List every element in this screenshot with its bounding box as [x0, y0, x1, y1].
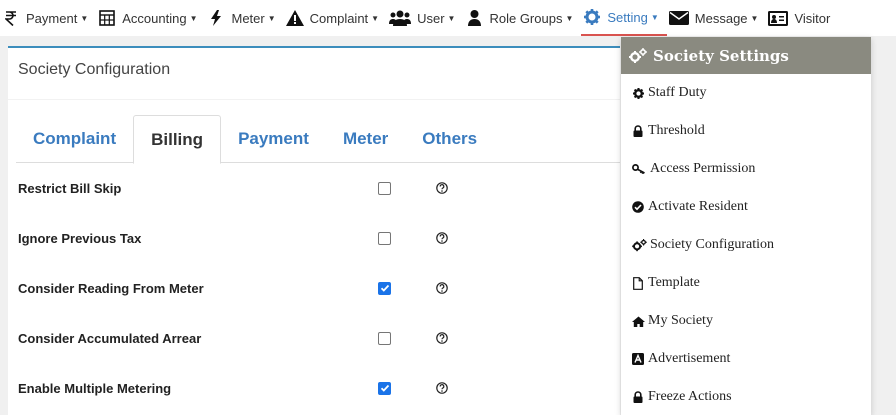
menu-item-label: Threshold: [648, 123, 705, 138]
setting-label: Consider Accumulated Arrear: [18, 330, 202, 346]
menu-item-label: Access Permission: [650, 161, 756, 176]
tab-billing[interactable]: Billing: [133, 115, 222, 164]
setting-dropdown-menu: Society Settings Staff Duty Threshold Ac…: [621, 37, 871, 415]
enable-multiple-metering-checkbox[interactable]: [378, 381, 391, 395]
nav-user[interactable]: User ▼: [387, 0, 463, 36]
help-icon[interactable]: [436, 282, 448, 294]
nav-visitor[interactable]: Visitor: [766, 0, 838, 36]
dropdown-header: Society Settings: [621, 37, 871, 74]
calculator-icon: [98, 9, 116, 27]
menu-item-my-society[interactable]: My Society: [621, 302, 871, 340]
menu-item-label: My Society: [648, 313, 713, 328]
file-icon: [631, 276, 645, 290]
key-icon: [631, 164, 647, 174]
envelope-icon: [668, 9, 689, 27]
lock-icon: [631, 391, 645, 403]
nav-accounting[interactable]: Accounting ▼: [96, 0, 205, 36]
gear-icon: [631, 87, 645, 99]
menu-item-activate-resident[interactable]: Activate Resident: [621, 188, 871, 226]
setting-row-enable-multiple-metering: Enable Multiple Metering: [18, 373, 618, 403]
nav-message[interactable]: Message ▼: [667, 0, 767, 36]
setting-row-consider-reading-from-meter: Consider Reading From Meter: [18, 273, 618, 303]
society-configuration-panel: Society Configuration Complaint Billing …: [8, 46, 620, 415]
nav-role-groups[interactable]: Role Groups ▼: [463, 0, 581, 36]
top-navbar: Payment ▼ Accounting ▼ Meter ▼ Complaint…: [0, 0, 896, 36]
setting-label: Enable Multiple Metering: [18, 380, 172, 396]
tab-complaint[interactable]: Complaint: [16, 115, 133, 163]
menu-item-society-configuration[interactable]: Society Configuration: [621, 226, 871, 264]
help-icon[interactable]: [436, 182, 448, 194]
gears-icon: [629, 47, 647, 64]
bolt-icon: [207, 9, 225, 27]
menu-item-threshold[interactable]: Threshold: [621, 112, 871, 150]
rupee-icon: [2, 9, 20, 27]
consider-reading-from-meter-checkbox[interactable]: [378, 281, 391, 295]
setting-label: Restrict Bill Skip: [18, 180, 122, 196]
gears-icon: [631, 238, 647, 252]
users-icon: [389, 9, 412, 27]
menu-item-staff-duty[interactable]: Staff Duty: [621, 74, 871, 112]
nav-complaint[interactable]: Complaint ▼: [284, 0, 387, 36]
setting-label: Ignore Previous Tax: [18, 230, 142, 246]
user-icon: [465, 9, 483, 27]
menu-item-label: Society Configuration: [650, 237, 775, 252]
ad-icon: [631, 353, 645, 365]
check-circle-icon: [631, 201, 645, 213]
menu-item-label: Advertisement: [648, 351, 731, 366]
caret-down-icon: ▼: [750, 13, 759, 23]
caret-down-icon: ▼: [80, 13, 89, 23]
menu-item-freeze-actions[interactable]: Freeze Actions: [621, 378, 871, 415]
nav-setting[interactable]: Setting ▼: [581, 0, 667, 36]
help-icon[interactable]: [436, 232, 448, 244]
dropdown-header-label: Society Settings: [653, 46, 789, 65]
nav-payment[interactable]: Payment ▼: [0, 0, 96, 36]
gear-icon: [583, 8, 601, 26]
help-icon[interactable]: [436, 382, 448, 394]
menu-item-label: Freeze Actions: [648, 389, 732, 404]
menu-item-label: Staff Duty: [648, 85, 707, 100]
caret-down-icon: ▼: [447, 13, 456, 23]
id-card-icon: [768, 9, 789, 27]
panel-title: Society Configuration: [8, 48, 620, 100]
caret-down-icon: ▼: [267, 13, 276, 23]
menu-item-label: Activate Resident: [648, 199, 748, 214]
nav-complaint-label: Complaint: [309, 10, 369, 26]
restrict-bill-skip-checkbox[interactable]: [378, 181, 391, 195]
consider-accumulated-arrear-checkbox[interactable]: [378, 331, 391, 345]
setting-row-restrict-bill-skip: Restrict Bill Skip: [18, 173, 618, 203]
lock-icon: [631, 125, 645, 137]
nav-payment-label: Payment: [26, 10, 78, 26]
setting-row-ignore-previous-tax: Ignore Previous Tax: [18, 223, 618, 253]
nav-role-groups-label: Role Groups: [489, 10, 563, 26]
nav-user-label: User: [417, 10, 445, 26]
help-icon[interactable]: [436, 332, 448, 344]
warning-icon: [285, 9, 304, 27]
caret-down-icon: ▼: [189, 13, 198, 23]
caret-down-icon: ▼: [565, 13, 574, 23]
caret-down-icon: ▼: [650, 12, 659, 22]
nav-accounting-label: Accounting: [122, 10, 187, 26]
setting-row-consider-accumulated-arrear: Consider Accumulated Arrear: [18, 323, 618, 353]
nav-setting-label: Setting: [607, 9, 648, 25]
menu-item-template[interactable]: Template: [621, 264, 871, 302]
nav-meter-label: Meter: [231, 10, 265, 26]
home-icon: [631, 316, 645, 327]
caret-down-icon: ▼: [371, 13, 380, 23]
menu-item-advertisement[interactable]: Advertisement: [621, 340, 871, 378]
tab-others[interactable]: Others: [405, 115, 494, 163]
ignore-previous-tax-checkbox[interactable]: [378, 231, 391, 245]
config-tabs: Complaint Billing Payment Meter Others: [16, 115, 620, 164]
nav-message-label: Message: [694, 10, 748, 26]
tab-meter[interactable]: Meter: [326, 115, 405, 163]
menu-item-access-permission[interactable]: Access Permission: [621, 150, 871, 188]
nav-meter[interactable]: Meter ▼: [205, 0, 283, 36]
tab-payment[interactable]: Payment: [221, 115, 326, 163]
menu-item-label: Template: [648, 275, 700, 290]
nav-visitor-label: Visitor: [794, 10, 831, 26]
setting-label: Consider Reading From Meter: [18, 280, 204, 296]
